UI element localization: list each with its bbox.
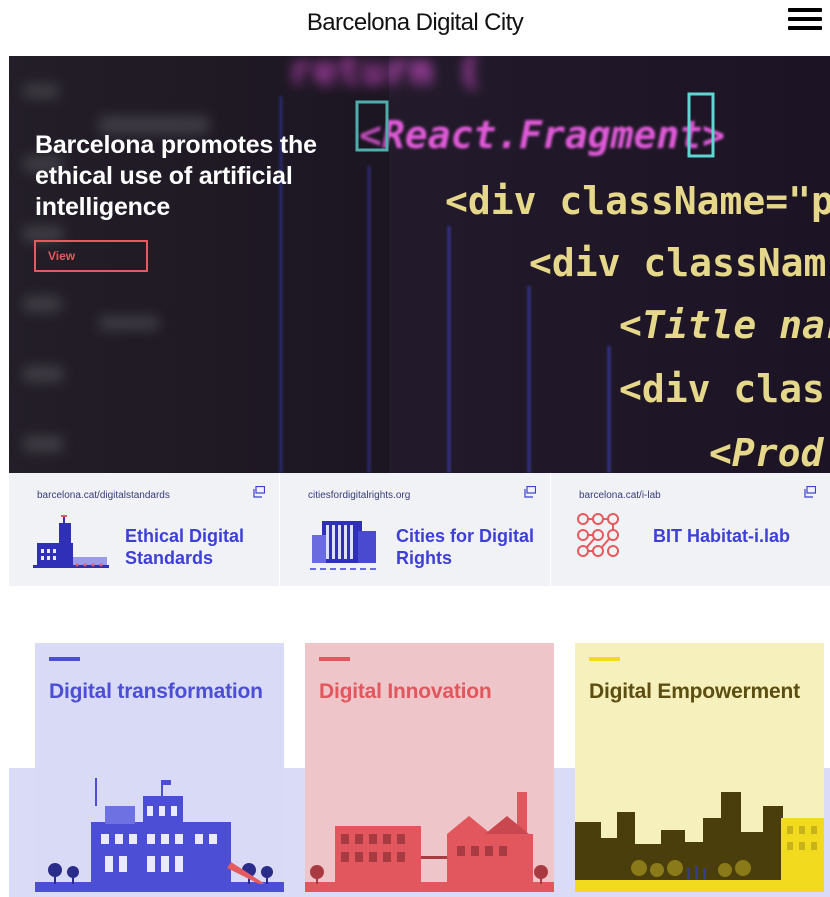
link-card-cities-for-digital-rights[interactable]: citiesfordigitalrights.org Cities for Di…	[280, 473, 551, 586]
industrial-district-illustration-icon	[305, 792, 554, 892]
external-links-row: barcelona.cat/digitalstandards Ethical D…	[9, 473, 830, 586]
external-link-icon	[253, 486, 265, 498]
factory-illustration-icon	[33, 515, 109, 568]
code-line-7: <Prod	[709, 431, 825, 473]
hero-banner[interactable]: return ( <React.Fragment> <div className…	[9, 56, 830, 473]
code-line-5: <Title nar	[619, 303, 830, 347]
code-line-4: <div classNam	[529, 241, 826, 285]
code-line-2: <React.Fragment>	[359, 113, 725, 157]
link-url: barcelona.cat/digitalstandards	[37, 490, 170, 501]
network-nodes-illustration-icon	[577, 513, 619, 557]
city-skyline-illustration-icon	[575, 792, 824, 892]
link-label: Cities for Digital Rights	[396, 526, 535, 568]
external-link-icon	[804, 486, 816, 498]
card-digital-transformation[interactable]: Digital transformation	[35, 643, 284, 892]
card-accent-bar	[49, 657, 80, 661]
card-title: Digital transformation	[49, 680, 263, 703]
site-title[interactable]: Barcelona Digital City	[0, 9, 830, 37]
card-accent-bar	[589, 657, 620, 661]
code-line-6: <div clas	[619, 367, 825, 411]
external-link-icon	[524, 486, 536, 498]
link-url: citiesfordigitalrights.org	[308, 490, 411, 501]
link-card-ethical-digital-standards[interactable]: barcelona.cat/digitalstandards Ethical D…	[9, 473, 280, 586]
town-hall-illustration-icon	[35, 778, 284, 892]
hero-view-button[interactable]: View	[34, 240, 148, 272]
link-label: Ethical Digital Standards	[125, 526, 245, 568]
site-header: Barcelona Digital City	[0, 0, 830, 56]
card-accent-bar	[319, 657, 350, 661]
card-digital-innovation[interactable]: Digital Innovation	[305, 643, 554, 892]
code-line-3: <div className="py	[445, 179, 830, 223]
card-title: Digital Empowerment	[589, 680, 800, 703]
hamburger-menu-icon[interactable]	[788, 4, 822, 34]
link-label: BIT Habitat-i.lab	[653, 526, 791, 546]
link-card-bit-habitat-ilab[interactable]: barcelona.cat/i-lab BIT Habitat-i.lab	[551, 473, 830, 586]
hero-title: Barcelona promotes the ethical use of ar…	[35, 131, 317, 221]
card-digital-empowerment[interactable]: Digital Empowerment	[575, 643, 824, 892]
card-title: Digital Innovation	[319, 680, 492, 703]
link-url: barcelona.cat/i-lab	[579, 490, 661, 501]
buildings-illustration-icon	[310, 521, 378, 570]
